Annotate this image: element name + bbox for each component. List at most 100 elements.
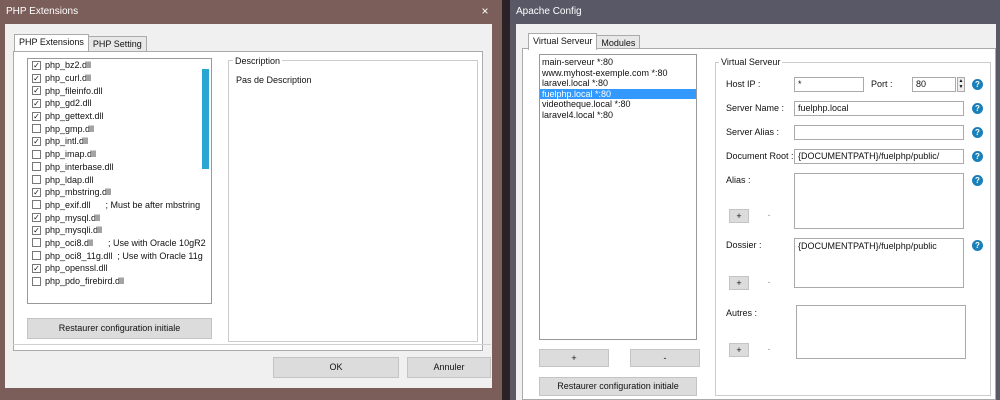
extension-label: php_ldap.dll	[45, 174, 94, 185]
extension-row[interactable]: php_fileinfo.dll	[28, 84, 211, 97]
alias-label: Alias :	[726, 175, 751, 185]
vhost-item[interactable]: www.myhost-exemple.com *:80	[540, 68, 696, 79]
extension-row[interactable]: php_ldap.dll	[28, 173, 211, 186]
vhost-item[interactable]: main-serveur *:80	[540, 57, 696, 68]
tab-virtual-serveur[interactable]: Virtual Serveur	[528, 33, 598, 50]
extension-checkbox[interactable]	[32, 200, 41, 210]
tab-php-setting[interactable]: PHP Setting	[87, 36, 147, 51]
extension-checkbox[interactable]	[32, 162, 41, 172]
extension-label: php_oci8_11g.dll ; Use with Oracle 11g	[45, 250, 203, 261]
extension-label: php_mbstring.dll	[45, 187, 112, 198]
ok-button[interactable]: OK	[273, 357, 399, 378]
extension-checkbox[interactable]	[32, 225, 41, 235]
vhost-list[interactable]: main-serveur *:80 www.myhost-exemple.com …	[539, 54, 697, 340]
extension-label: php_intl.dll	[45, 136, 89, 147]
help-icon[interactable]: ?	[972, 151, 983, 162]
restore-config-button[interactable]: Restaurer configuration initiale	[27, 318, 212, 339]
help-icon[interactable]: ?	[972, 175, 983, 186]
window-title: Apache Config	[510, 0, 1000, 24]
autres-remove-button[interactable]: -	[759, 343, 779, 357]
group-label: Virtual Serveur	[719, 57, 783, 67]
window-client: Virtual Serveur Modules main-serveur *:8…	[516, 24, 996, 400]
alias-remove-button[interactable]: -	[759, 209, 779, 223]
extension-row[interactable]: php_bz2.dll	[28, 59, 211, 72]
alias-textarea[interactable]	[794, 173, 964, 229]
vhost-item[interactable]: videotheque.local *:80	[540, 99, 696, 110]
extension-checkbox[interactable]	[32, 238, 41, 248]
extension-checkbox[interactable]	[32, 98, 41, 108]
extension-checkbox[interactable]	[32, 276, 41, 286]
dossier-remove-button[interactable]: -	[759, 276, 779, 290]
extension-row[interactable]: php_intl.dll	[28, 135, 211, 148]
autres-label: Autres :	[726, 308, 758, 318]
document-root-label: Document Root :	[726, 151, 794, 161]
extension-row[interactable]: php_curl.dll	[28, 72, 211, 85]
dossier-textarea[interactable]: {DOCUMENTPATH}/fuelphp/public	[794, 238, 964, 288]
extension-row[interactable]: php_oci8_11g.dll ; Use with Oracle 11g	[28, 249, 211, 262]
extension-row[interactable]: php_imap.dll	[28, 148, 211, 161]
port-field[interactable]: 80	[912, 77, 956, 92]
dossier-add-button[interactable]: +	[729, 276, 749, 290]
extension-row[interactable]: php_gmp.dll	[28, 122, 211, 135]
document-root-field[interactable]: {DOCUMENTPATH}/fuelphp/public/	[794, 149, 964, 164]
scrollbar-thumb[interactable]	[202, 69, 209, 169]
extension-checkbox[interactable]	[32, 175, 41, 185]
description-group: Description Pas de Description	[228, 56, 478, 342]
extension-list[interactable]: php_bz2.dll php_curl.dllphp_fileinfo.dllp…	[27, 58, 212, 304]
extension-checkbox[interactable]	[32, 111, 41, 121]
tab-php-extensions[interactable]: PHP Extensions	[14, 34, 89, 51]
alias-add-button[interactable]: +	[729, 209, 749, 223]
extension-checkbox[interactable]	[32, 263, 41, 273]
extension-checkbox[interactable]	[32, 60, 41, 70]
help-icon[interactable]: ?	[972, 79, 983, 90]
tab-panel: main-serveur *:80 www.myhost-exemple.com …	[522, 48, 996, 400]
dossier-label: Dossier :	[726, 240, 762, 250]
server-alias-label: Server Alias :	[726, 127, 780, 137]
help-icon[interactable]: ?	[972, 103, 983, 114]
port-stepper[interactable]: ▲ ▼	[957, 77, 965, 92]
php-extensions-window: PHP Extensions × PHP Extensions PHP Sett…	[0, 0, 502, 400]
extension-row[interactable]: php_interbase.dll	[28, 161, 211, 174]
extension-row[interactable]: php_pdo_firebird.dll	[28, 275, 211, 288]
extension-label: php_exif.dll ; Must be after mbstring	[45, 199, 201, 210]
restore-config-button[interactable]: Restaurer configuration initiale	[539, 377, 697, 396]
extension-row[interactable]: php_mysqli.dll	[28, 224, 211, 237]
extension-row[interactable]: php_exif.dll ; Must be after mbstring	[28, 199, 211, 212]
vhost-item[interactable]: fuelphp.local *:80	[540, 88, 696, 99]
extension-checkbox[interactable]	[32, 124, 41, 134]
extension-row[interactable]: php_openssl.dll	[28, 262, 211, 275]
extension-checkbox[interactable]	[32, 136, 41, 146]
extension-checkbox[interactable]	[32, 251, 41, 261]
server-alias-field[interactable]	[794, 125, 964, 140]
extension-checkbox[interactable]	[32, 73, 41, 83]
vhost-item[interactable]: laravel4.local *:80	[540, 110, 696, 121]
footer-divider	[13, 344, 491, 345]
extension-row[interactable]: php_gd2.dll	[28, 97, 211, 110]
extension-row[interactable]: php_gettext.dll	[28, 110, 211, 123]
autres-add-button[interactable]: +	[729, 343, 749, 357]
extension-row[interactable]: php_mbstring.dll	[28, 186, 211, 199]
close-icon[interactable]: ×	[478, 0, 492, 24]
server-name-label: Server Name :	[726, 103, 785, 113]
add-vhost-button[interactable]: +	[539, 349, 609, 367]
extension-checkbox[interactable]	[32, 187, 41, 197]
extension-checkbox[interactable]	[32, 86, 41, 96]
extension-checkbox[interactable]	[32, 213, 41, 223]
vhost-item[interactable]: laravel.local *:80	[540, 78, 696, 89]
extension-label: php_mysql.dll	[45, 212, 101, 223]
tab-panel: php_bz2.dll php_curl.dllphp_fileinfo.dllp…	[13, 51, 483, 351]
extension-label: php_bz2.dll	[45, 60, 92, 71]
extension-label: php_pdo_firebird.dll	[45, 276, 125, 287]
remove-vhost-button[interactable]: -	[630, 349, 700, 367]
window-client: PHP Extensions PHP Setting php_bz2.dllph…	[5, 24, 492, 388]
extension-checkbox[interactable]	[32, 149, 41, 159]
extension-row[interactable]: php_mysql.dll	[28, 211, 211, 224]
autres-textarea[interactable]	[796, 305, 966, 359]
server-name-field[interactable]: fuelphp.local	[794, 101, 964, 116]
help-icon[interactable]: ?	[972, 127, 983, 138]
cancel-button[interactable]: Annuler	[407, 357, 491, 378]
host-ip-field[interactable]: *	[794, 77, 864, 92]
extension-row[interactable]: php_oci8.dll ; Use with Oracle 10gR2	[28, 237, 211, 250]
extension-label: php_fileinfo.dll	[45, 85, 103, 96]
help-icon[interactable]: ?	[972, 240, 983, 251]
